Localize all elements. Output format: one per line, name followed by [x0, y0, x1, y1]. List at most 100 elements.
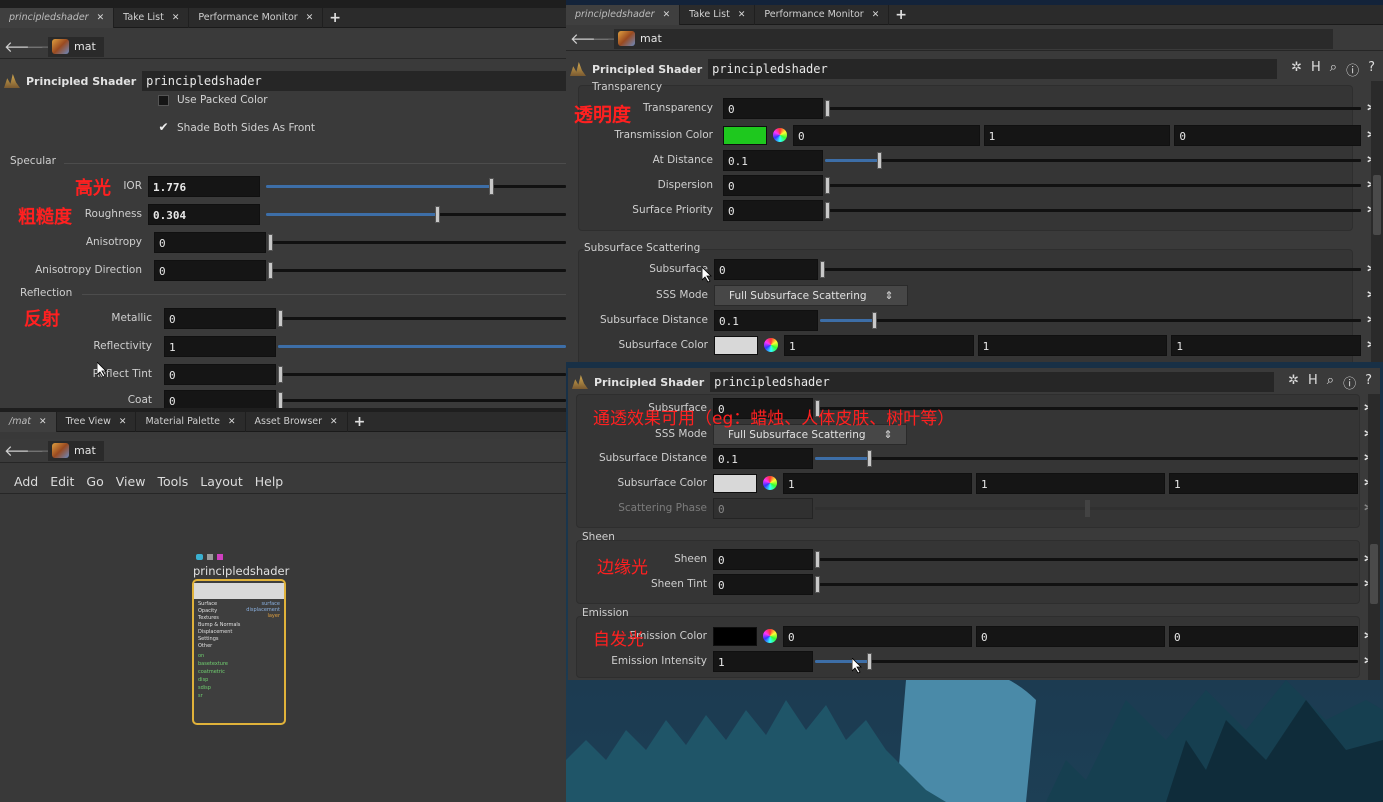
sheen-tint-slider[interactable]: [815, 574, 1358, 595]
sss-mode-dropdown[interactable]: Full Subsurface Scattering ⇕: [714, 284, 909, 306]
close-icon[interactable]: ✕: [119, 417, 127, 427]
g-field[interactable]: 0: [976, 625, 1165, 647]
help-icon[interactable]: H: [1311, 60, 1321, 79]
subsurface-distance-slider[interactable]: [820, 310, 1361, 331]
close-icon[interactable]: ✕: [228, 417, 236, 427]
forward-arrow-icon[interactable]: 🡒: [592, 29, 632, 48]
help-icon[interactable]: H: [1308, 373, 1318, 392]
g-field[interactable]: 1: [983, 124, 1171, 146]
scattering-phase-slider[interactable]: [815, 498, 1358, 519]
menu-tools[interactable]: Tools: [157, 474, 188, 489]
b-field[interactable]: 0: [1174, 124, 1362, 146]
forward-arrow-icon[interactable]: 🡒: [26, 37, 66, 56]
b-field[interactable]: 1: [1171, 334, 1362, 356]
node-input[interactable]: Textures: [198, 615, 219, 621]
question-icon[interactable]: ?: [1368, 60, 1375, 79]
color-wheel-icon[interactable]: [763, 629, 777, 643]
menu-layout[interactable]: Layout: [200, 474, 243, 489]
scattering-phase-field[interactable]: 0: [713, 497, 813, 519]
sheen-field[interactable]: 0: [713, 548, 813, 570]
emission-intensity-slider[interactable]: [815, 651, 1358, 672]
back-arrow-icon[interactable]: 🡐: [570, 29, 610, 48]
node-input[interactable]: Other: [198, 643, 212, 649]
ior-slider[interactable]: [266, 176, 566, 197]
subsurface-field[interactable]: 0: [714, 258, 818, 280]
node-input[interactable]: sdisp: [198, 685, 211, 691]
subsurface-distance-field[interactable]: 0.1: [713, 447, 813, 469]
node-input[interactable]: Opacity: [198, 608, 217, 614]
node-input[interactable]: Displacement: [198, 629, 232, 635]
menu-add[interactable]: Add: [14, 474, 38, 489]
network-path[interactable]: mat: [48, 440, 104, 461]
tab-asset-browser[interactable]: Asset Browser ✕: [246, 412, 348, 432]
add-tab-icon[interactable]: +: [889, 7, 913, 23]
gear-icon[interactable]: ✲: [1291, 60, 1302, 79]
surface-priority-field[interactable]: 0: [723, 199, 823, 221]
question-icon[interactable]: ?: [1365, 373, 1372, 392]
roughness-slider[interactable]: [266, 204, 566, 225]
reflectivity-slider[interactable]: [278, 336, 566, 357]
node-name-field[interactable]: principledshader: [142, 71, 566, 91]
transparency-slider[interactable]: [825, 98, 1361, 119]
at-distance-slider[interactable]: [825, 150, 1361, 171]
anisotropy-direction-slider[interactable]: [268, 260, 566, 281]
shade-both-sides-toggle[interactable]: ✔ Shade Both Sides As Front: [158, 121, 315, 135]
menu-go[interactable]: Go: [86, 474, 103, 489]
coat-slider[interactable]: [278, 390, 566, 408]
forward-arrow-icon[interactable]: 🡒: [26, 441, 66, 460]
principled-shader-node[interactable]: Surface Opacity Textures Bump & Normals …: [192, 579, 286, 725]
close-icon[interactable]: ✕: [872, 10, 880, 20]
node-input[interactable]: basetexture: [198, 661, 228, 667]
back-arrow-icon[interactable]: 🡐: [4, 441, 44, 460]
tab-principledshader[interactable]: principledshader ✕: [566, 5, 681, 25]
node-input[interactable]: Bump & Normals: [198, 622, 240, 628]
reflectivity-field[interactable]: 1: [164, 335, 276, 357]
network-path[interactable]: mat: [48, 36, 104, 57]
subsurface-slider[interactable]: [820, 259, 1361, 280]
search-icon[interactable]: ⌕: [1330, 60, 1337, 79]
color-wheel-icon[interactable]: [763, 476, 777, 490]
use-packed-color-toggle[interactable]: Use Packed Color: [158, 94, 268, 106]
node-input[interactable]: disp: [198, 677, 208, 683]
emission-color-swatch[interactable]: [713, 626, 757, 646]
tab-tree-view[interactable]: Tree View ✕: [57, 412, 137, 432]
g-field[interactable]: 1: [976, 472, 1165, 494]
surface-priority-slider[interactable]: [825, 200, 1361, 221]
menu-help[interactable]: Help: [255, 474, 284, 489]
subsurface-distance-field[interactable]: 0.1: [714, 309, 818, 331]
r-field[interactable]: 0: [793, 124, 980, 146]
metallic-slider[interactable]: [278, 308, 566, 329]
info-icon[interactable]: ⓘ: [1343, 373, 1356, 392]
add-tab-icon[interactable]: +: [348, 414, 372, 430]
menu-edit[interactable]: Edit: [50, 474, 74, 489]
vertical-scrollbar[interactable]: [1371, 81, 1383, 362]
anisotropy-direction-field[interactable]: 0: [154, 259, 266, 281]
vertical-scrollbar[interactable]: [1368, 394, 1380, 680]
color-wheel-icon[interactable]: [764, 338, 778, 352]
back-arrow-icon[interactable]: 🡐: [4, 37, 44, 56]
close-icon[interactable]: ✕: [738, 10, 746, 20]
b-field[interactable]: 0: [1169, 625, 1358, 647]
anisotropy-slider[interactable]: [268, 232, 566, 253]
r-field[interactable]: 0: [783, 625, 972, 647]
anisotropy-field[interactable]: 0: [154, 231, 266, 253]
subsurface-color-swatch[interactable]: [714, 335, 758, 355]
node-input[interactable]: sr: [198, 693, 203, 699]
sheen-tint-field[interactable]: 0: [713, 573, 813, 595]
info-icon[interactable]: ⓘ: [1346, 60, 1359, 79]
checkbox[interactable]: [158, 94, 169, 106]
tab-principledshader[interactable]: principledshader ✕: [0, 8, 115, 28]
coat-field[interactable]: 0: [164, 389, 276, 408]
menu-view[interactable]: View: [116, 474, 146, 489]
node-input[interactable]: Surface: [198, 601, 217, 607]
close-icon[interactable]: ✕: [172, 13, 180, 23]
sheen-slider[interactable]: [815, 549, 1358, 570]
tab-performance-monitor[interactable]: Performance Monitor ✕: [189, 8, 324, 28]
transparency-field[interactable]: 0: [723, 97, 823, 119]
at-distance-field[interactable]: 0.1: [723, 149, 823, 171]
tab-mat[interactable]: /mat ✕: [0, 412, 57, 432]
node-output[interactable]: layer: [246, 613, 280, 619]
dispersion-field[interactable]: 0: [723, 174, 823, 196]
b-field[interactable]: 1: [1169, 472, 1358, 494]
tab-material-palette[interactable]: Material Palette ✕: [136, 412, 246, 432]
